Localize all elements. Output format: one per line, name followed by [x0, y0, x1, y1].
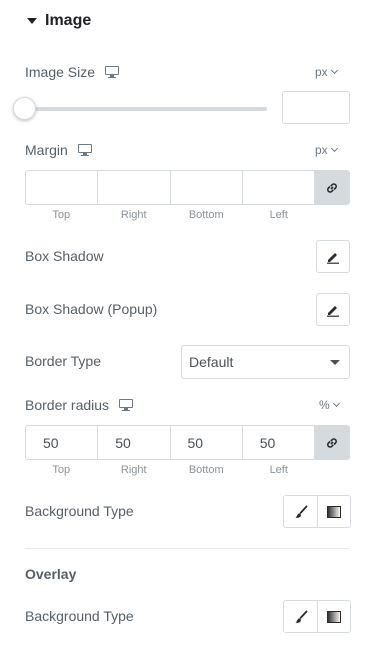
unit-label: % [319, 398, 330, 412]
link-icon [327, 437, 337, 448]
margin-side-labels: Top Right Bottom Left [25, 209, 315, 221]
gradient-icon [327, 505, 341, 518]
margin-right-input[interactable] [98, 171, 171, 204]
gradient-icon [327, 610, 341, 623]
border-radius-side-labels: Top Right Bottom Left [25, 464, 315, 476]
margin-top-input[interactable] [26, 171, 99, 204]
overlay-heading: Overlay [25, 566, 77, 582]
margin-unit-selector[interactable]: px [315, 143, 338, 157]
overlay-background-type-toggle [283, 600, 351, 633]
margin-label: Margin [25, 142, 68, 158]
image-size-input[interactable] [282, 91, 350, 124]
box-shadow-label: Box Shadow [25, 248, 104, 264]
margin-left-input[interactable] [242, 171, 315, 204]
paint-brush-icon [295, 505, 307, 518]
gradient-background-button[interactable] [317, 496, 350, 527]
border-radius-label: Border radius [25, 397, 110, 413]
background-type-label: Background Type [25, 503, 134, 519]
image-size-slider-handle[interactable] [13, 97, 36, 120]
radius-top-input[interactable]: 50 [26, 426, 99, 459]
section-divider [25, 548, 350, 549]
gradient-background-button[interactable] [317, 601, 350, 632]
pencil-icon [327, 305, 339, 317]
link-values-button[interactable] [315, 426, 349, 459]
overlay-background-type-label: Background Type [25, 608, 134, 624]
box-shadow-edit-button[interactable] [316, 240, 350, 273]
chevron-down-icon [330, 66, 338, 75]
image-size-unit-selector[interactable]: px [315, 65, 338, 79]
desktop-icon[interactable] [105, 65, 120, 79]
margin-inputs [25, 170, 350, 205]
border-type-label: Border Type [25, 353, 102, 369]
paint-brush-icon [295, 610, 307, 623]
caret-down-icon [27, 18, 37, 24]
classic-background-button[interactable] [284, 601, 317, 632]
unit-label: px [315, 143, 328, 157]
image-size-label-row: Image Size [25, 64, 120, 80]
border-type-select[interactable]: Default [181, 345, 350, 379]
side-label-left: Left [269, 209, 288, 221]
box-shadow-popup-edit-button[interactable] [316, 293, 350, 326]
unit-label: px [315, 65, 328, 79]
section-header[interactable]: Image [25, 12, 91, 30]
background-type-toggle [283, 495, 351, 528]
box-shadow-popup-label: Box Shadow (Popup) [25, 301, 158, 317]
side-label-right: Right [120, 464, 147, 476]
side-label-bottom: Bottom [188, 464, 224, 476]
desktop-icon[interactable] [77, 143, 92, 157]
radius-right-input[interactable]: 50 [98, 426, 171, 459]
radius-left-input[interactable]: 50 [242, 426, 315, 459]
image-size-slider-track[interactable] [25, 107, 267, 111]
dropdown-arrow-icon [330, 360, 340, 365]
link-icon [327, 182, 337, 193]
chevron-down-icon [332, 399, 340, 408]
classic-background-button[interactable] [284, 496, 317, 527]
side-label-right: Right [120, 209, 147, 221]
side-label-top: Top [52, 209, 71, 221]
image-size-label: Image Size [25, 64, 96, 80]
border-type-selected: Default [189, 354, 234, 370]
margin-label-row: Margin [25, 142, 92, 158]
side-label-bottom: Bottom [188, 209, 224, 221]
desktop-icon[interactable] [119, 398, 134, 412]
chevron-down-icon [330, 144, 338, 153]
margin-bottom-input[interactable] [170, 171, 243, 204]
radius-bottom-input[interactable]: 50 [170, 426, 243, 459]
side-label-top: Top [52, 464, 71, 476]
pencil-icon [327, 252, 339, 264]
border-radius-label-row: Border radius [25, 397, 134, 413]
border-radius-unit-selector[interactable]: % [319, 398, 340, 412]
side-label-left: Left [269, 464, 288, 476]
link-values-button[interactable] [315, 171, 349, 204]
border-radius-inputs: 50 50 50 50 [25, 425, 350, 460]
section-title: Image [45, 12, 92, 29]
